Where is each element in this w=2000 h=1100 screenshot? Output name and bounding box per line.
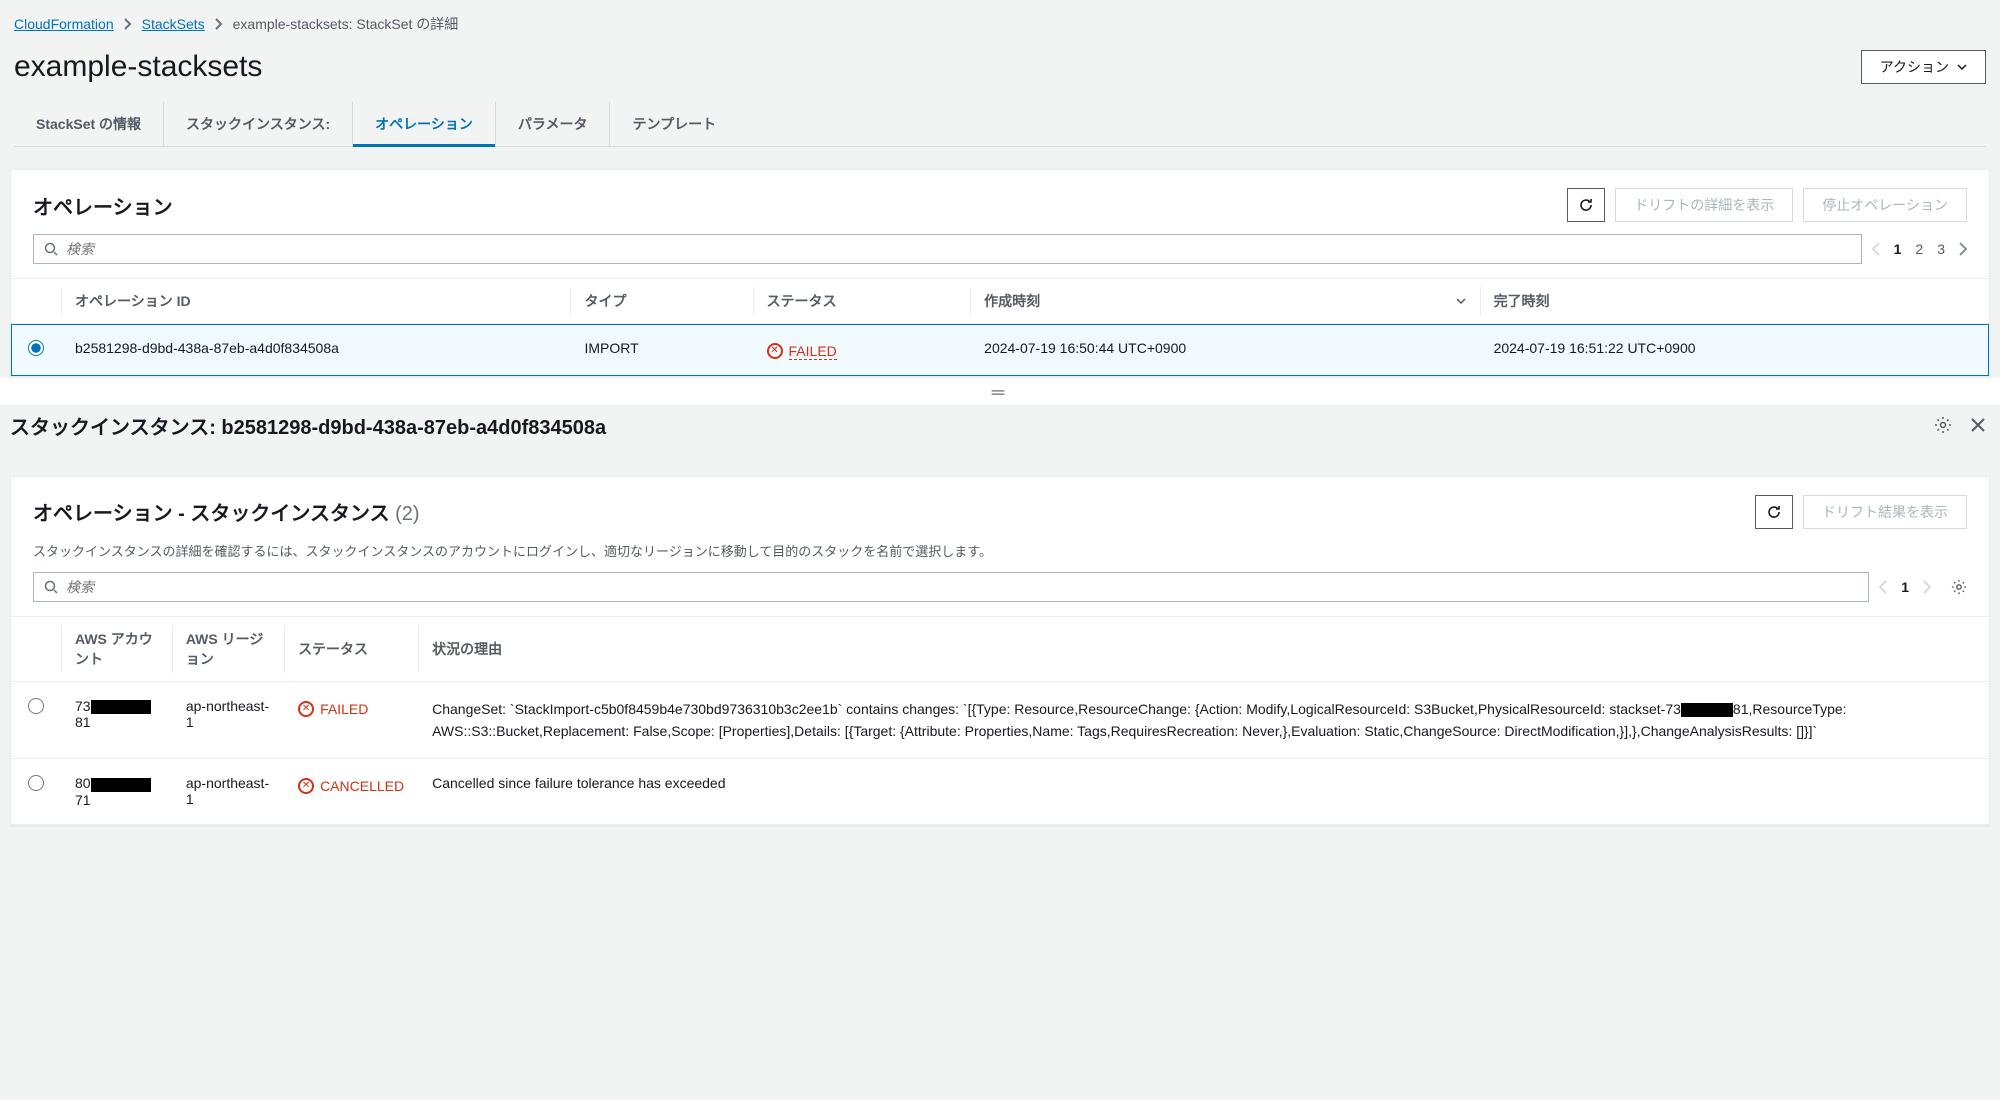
col-type[interactable]: タイプ	[570, 279, 752, 324]
pager-page-2[interactable]: 2	[1915, 241, 1923, 257]
tab-stackset-info[interactable]: StackSet の情報	[14, 102, 163, 146]
close-icon	[1970, 417, 1986, 433]
operations-table: オペレーション ID タイプ ステータス 作成時刻 完了時刻 b2581298-…	[11, 278, 1989, 377]
breadcrumb: CloudFormation StackSets example-stackse…	[0, 0, 2000, 44]
caret-down-icon	[1957, 64, 1967, 70]
redacted	[91, 700, 151, 714]
refresh-button[interactable]	[1567, 188, 1605, 222]
close-button[interactable]	[1970, 417, 1986, 433]
pager-prev[interactable]	[1872, 242, 1880, 256]
pager-next[interactable]	[1923, 580, 1931, 594]
col-select	[11, 279, 61, 324]
search-icon	[44, 580, 58, 594]
tab-parameters[interactable]: パラメータ	[495, 102, 610, 146]
gear-icon	[1934, 416, 1952, 434]
gear-icon	[1951, 579, 1967, 595]
col-status[interactable]: ステータス	[753, 279, 971, 324]
error-icon: ✕	[298, 701, 314, 717]
chevron-right-icon	[215, 18, 223, 30]
operations-search[interactable]	[33, 234, 1862, 264]
refresh-button[interactable]	[1755, 495, 1793, 529]
cell-status: ✕ FAILED	[284, 681, 418, 759]
cell-status: ✕ FAILED	[753, 324, 971, 377]
redacted	[91, 778, 151, 792]
col-account[interactable]: AWS アカウント	[61, 616, 172, 681]
row-select-radio[interactable]	[28, 698, 44, 714]
pager-page-3[interactable]: 3	[1937, 241, 1945, 257]
pager-next[interactable]	[1959, 242, 1967, 256]
tabs: StackSet の情報 スタックインスタンス: オペレーション パラメータ テ…	[14, 102, 1986, 147]
stop-operation-button[interactable]: 停止オペレーション	[1803, 188, 1967, 222]
pager-page-1[interactable]: 1	[1901, 579, 1909, 595]
error-icon: ✕	[298, 778, 314, 794]
page-header: example-stacksets アクション	[0, 44, 2000, 102]
col-status[interactable]: ステータス	[284, 616, 418, 681]
operations-panel: オペレーション ドリフトの詳細を表示 停止オペレーション 1 2 3	[10, 169, 1990, 378]
table-row[interactable]: 7381 ap-northeast-1 ✕ FAILED ChangeSet: …	[11, 681, 1989, 759]
page-title: example-stacksets	[14, 50, 262, 84]
operations-pager: 1 2 3	[1872, 241, 1967, 257]
instances-search[interactable]	[33, 572, 1869, 602]
cell-created: 2024-07-19 16:50:44 UTC+0900	[970, 324, 1479, 377]
search-icon	[44, 242, 58, 256]
col-op-id[interactable]: オペレーション ID	[61, 279, 570, 324]
tab-template[interactable]: テンプレート	[609, 102, 738, 146]
settings-button[interactable]	[1934, 416, 1952, 434]
actions-dropdown[interactable]: アクション	[1861, 50, 1986, 84]
cell-finished: 2024-07-19 16:51:22 UTC+0900	[1480, 324, 1989, 377]
breadcrumb-cloudformation[interactable]: CloudFormation	[14, 16, 114, 32]
pager-page-1[interactable]: 1	[1894, 241, 1902, 257]
detail-header: スタックインスタンス: b2581298-d9bd-438a-87eb-a4d0…	[0, 405, 2000, 454]
col-finished[interactable]: 完了時刻	[1480, 279, 1989, 324]
cell-account: 7381	[61, 681, 172, 759]
tab-operations[interactable]: オペレーション	[352, 102, 495, 146]
instances-search-input[interactable]	[66, 579, 1858, 595]
sort-desc-icon	[1456, 298, 1466, 304]
col-created[interactable]: 作成時刻	[970, 279, 1479, 324]
col-region[interactable]: AWS リージョン	[172, 616, 284, 681]
instances-pager: 1	[1879, 579, 1967, 595]
table-row[interactable]: b2581298-d9bd-438a-87eb-a4d0f834508a IMP…	[11, 324, 1989, 377]
stack-instances-title: オペレーション - スタックインスタンス (2)	[33, 497, 420, 526]
cell-op-id: b2581298-d9bd-438a-87eb-a4d0f834508a	[61, 324, 570, 377]
stack-instances-subtitle: スタックインスタンスの詳細を確認するには、スタックインスタンスのアカウントにログ…	[11, 541, 1989, 572]
split-drag-handle[interactable]: ═	[0, 378, 2000, 405]
actions-label: アクション	[1880, 57, 1949, 77]
instances-table: AWS アカウント AWS リージョン ステータス 状況の理由 7381 ap-…	[11, 616, 1989, 825]
stack-instances-panel: オペレーション - スタックインスタンス (2) ドリフト結果を表示 スタックイ…	[10, 476, 1990, 826]
refresh-icon	[1766, 504, 1782, 520]
refresh-icon	[1578, 197, 1594, 213]
tab-stack-instances[interactable]: スタックインスタンス:	[163, 102, 352, 146]
cell-region: ap-northeast-1	[172, 759, 284, 824]
detail-title: スタックインスタンス: b2581298-d9bd-438a-87eb-a4d0…	[10, 411, 606, 440]
cell-type: IMPORT	[570, 324, 752, 377]
table-row[interactable]: 8071 ap-northeast-1 ✕ CANCELLED Cancelle…	[11, 759, 1989, 824]
cell-region: ap-northeast-1	[172, 681, 284, 759]
cell-reason: Cancelled since failure tolerance has ex…	[418, 759, 1989, 824]
show-drift-results-button[interactable]: ドリフト結果を表示	[1803, 495, 1967, 529]
breadcrumb-stacksets[interactable]: StackSets	[142, 16, 205, 32]
operations-title: オペレーション	[33, 191, 173, 220]
table-settings-button[interactable]	[1951, 579, 1967, 595]
col-reason[interactable]: 状況の理由	[418, 616, 1989, 681]
row-select-radio[interactable]	[28, 775, 44, 791]
redacted	[1681, 703, 1733, 717]
chevron-right-icon	[124, 18, 132, 30]
cell-reason: ChangeSet: `StackImport-c5b0f8459b4e730b…	[418, 681, 1989, 759]
breadcrumb-current: example-stacksets: StackSet の詳細	[233, 14, 459, 34]
row-select-radio[interactable]	[28, 340, 44, 356]
operations-search-input[interactable]	[66, 241, 1851, 257]
cell-status: ✕ CANCELLED	[284, 759, 418, 824]
col-select	[11, 616, 61, 681]
show-drift-details-button[interactable]: ドリフトの詳細を表示	[1615, 188, 1793, 222]
pager-prev[interactable]	[1879, 580, 1887, 594]
error-icon: ✕	[767, 343, 783, 359]
cell-account: 8071	[61, 759, 172, 824]
